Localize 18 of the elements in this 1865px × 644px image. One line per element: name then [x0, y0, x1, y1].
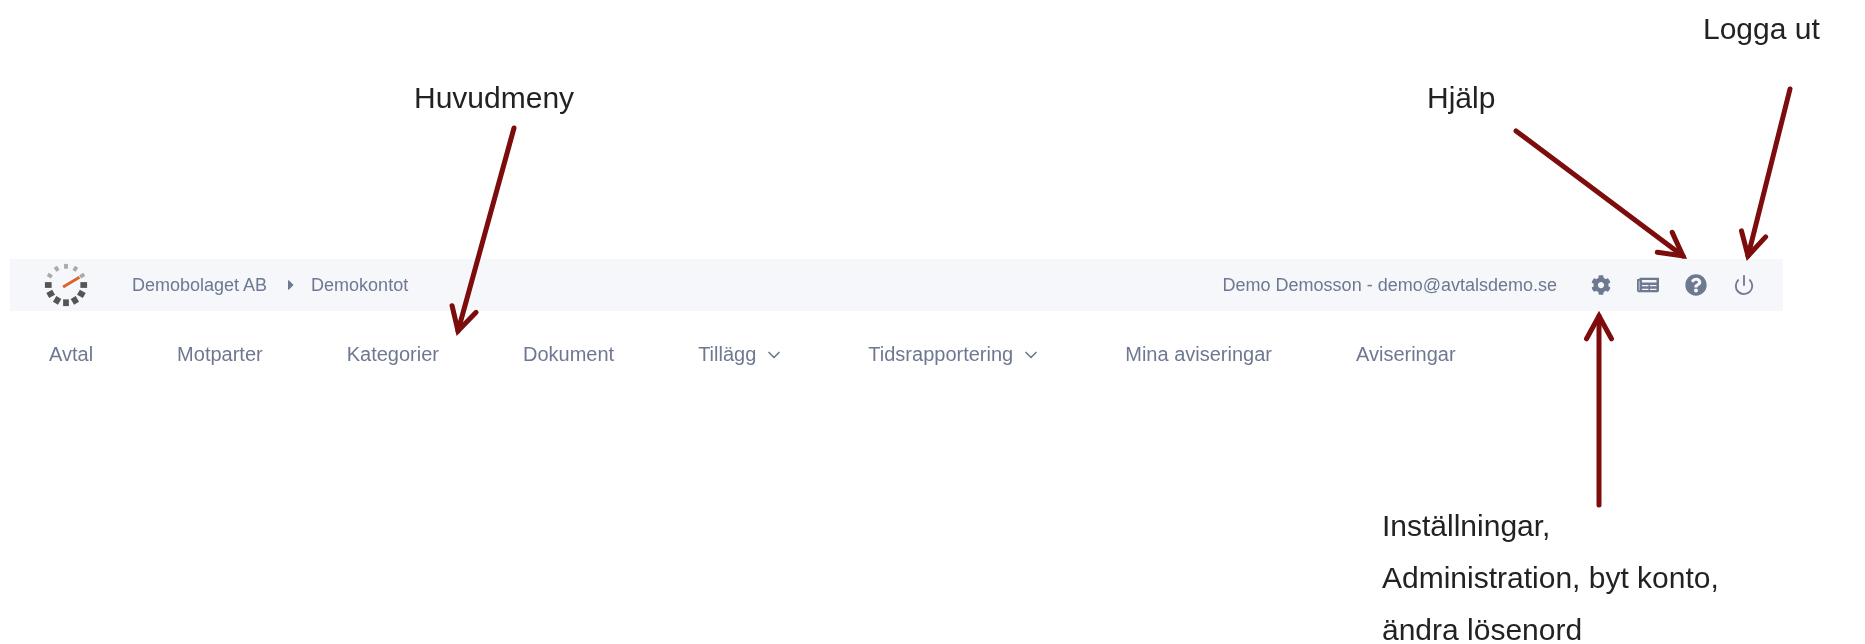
nav-item[interactable]: Aviseringar — [1355, 343, 1456, 366]
callout-text: Logga ut — [1703, 11, 1820, 47]
callout-text: Inställningar, Administration, byt konto, ändra lösenord — [1382, 508, 1719, 644]
breadcrumb-link[interactable]: Demobolaget AB — [132, 274, 268, 296]
breadcrumb-link[interactable]: Demokontot — [311, 274, 409, 296]
callout-text: Huvudmeny — [414, 80, 575, 116]
nav-item[interactable]: Avtal — [49, 343, 94, 366]
help-icon[interactable] — [1685, 274, 1707, 296]
nav-item[interactable]: Kategorier — [346, 343, 439, 366]
user-label: Demo Demosson - demo@avtalsdemo.se — [1222, 274, 1557, 296]
nav-item[interactable]: Tillägg — [698, 343, 785, 366]
settings-icon[interactable] — [1591, 275, 1611, 295]
nav-item[interactable]: Motparter — [177, 343, 263, 366]
nav-item[interactable]: Tidsrapportering — [868, 343, 1042, 366]
nav-item[interactable]: Dokument — [523, 343, 615, 366]
callout-text: Hjälp — [1427, 80, 1496, 116]
nav-item[interactable]: Mina aviseringar — [1125, 343, 1272, 366]
power-icon[interactable] — [1733, 274, 1755, 296]
